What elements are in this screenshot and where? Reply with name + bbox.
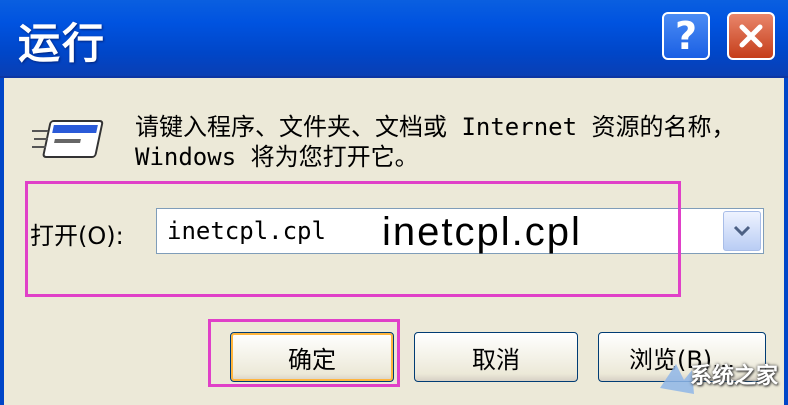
dialog-description: 请键入程序、文件夹、文档或 Internet 资源的名称，Windows 将为您… [135, 113, 736, 171]
run-icon [32, 120, 104, 158]
close-button[interactable] [727, 12, 775, 60]
annotation-text: inetcpl.cpl [382, 210, 582, 254]
open-label: 打开(O): [30, 222, 124, 250]
ok-button[interactable]: 确定 [230, 332, 394, 382]
help-button[interactable]: ? [662, 12, 710, 60]
chevron-down-icon [733, 225, 751, 237]
close-x-icon [739, 24, 763, 48]
watermark-text: 系统之家 [690, 364, 779, 389]
question-mark-icon: ? [674, 14, 698, 58]
window-title: 运行 [18, 19, 107, 68]
cancel-button[interactable]: 取消 [414, 332, 578, 382]
open-input[interactable]: inetcpl.cpl [167, 217, 326, 245]
dropdown-button[interactable] [723, 211, 761, 251]
title-bar: 运行 ? [0, 0, 788, 78]
